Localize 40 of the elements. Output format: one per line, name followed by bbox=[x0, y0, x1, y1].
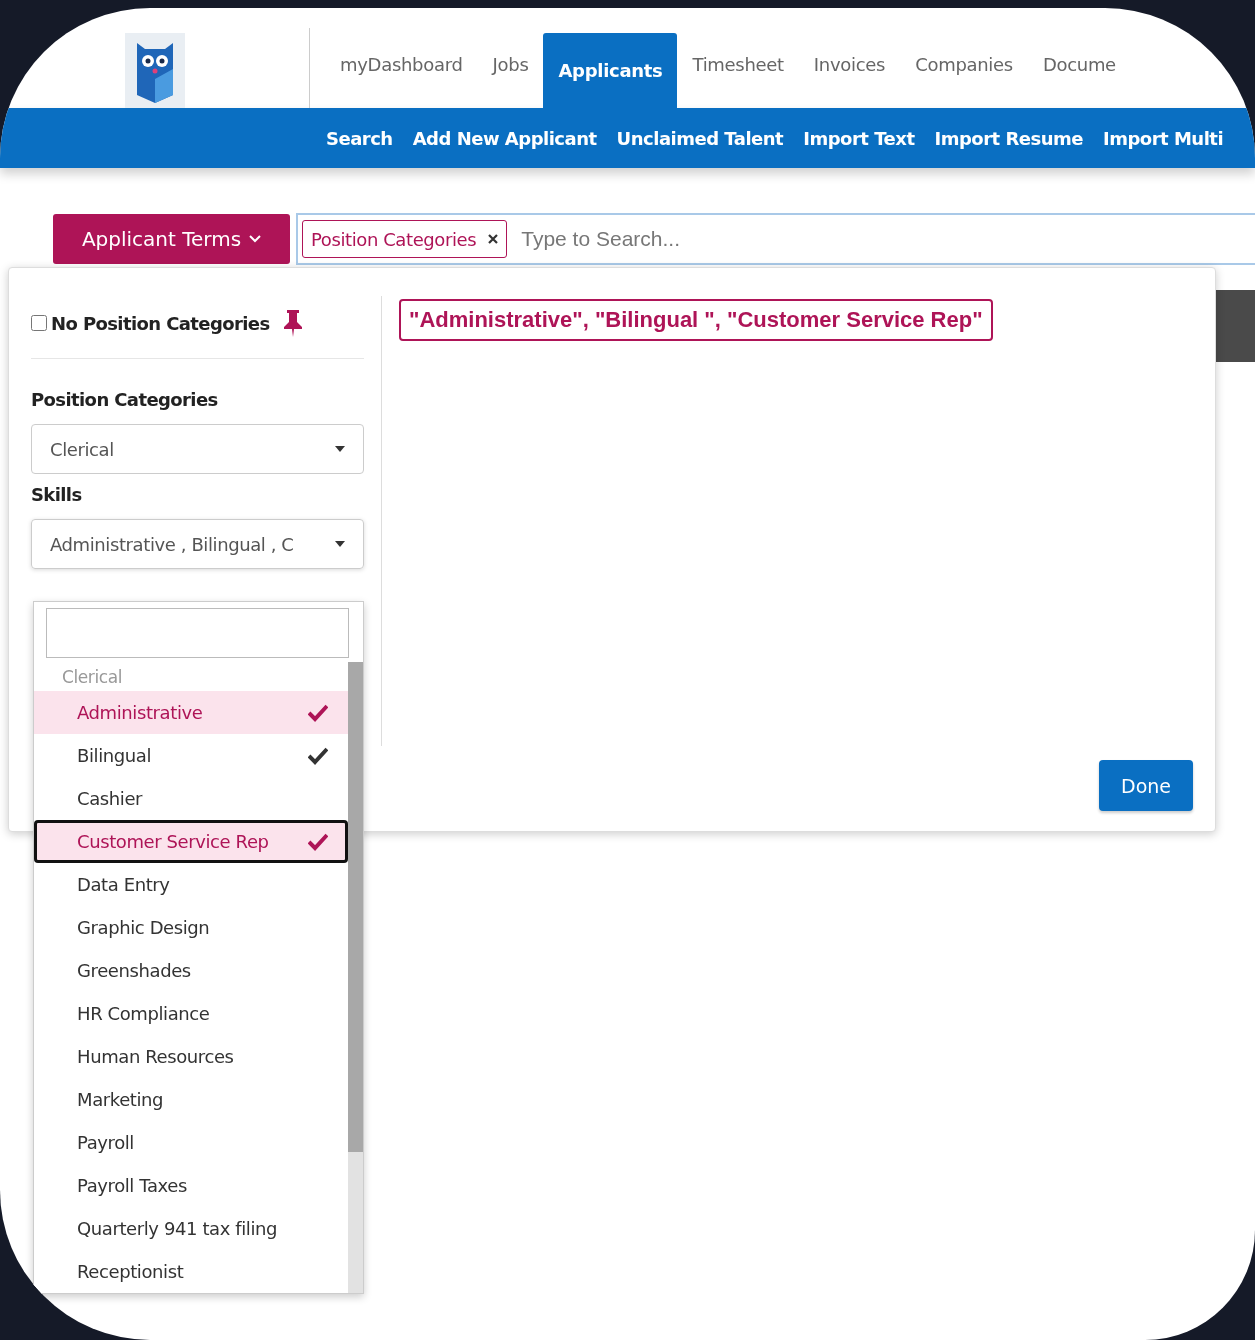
dropdown-search-field[interactable] bbox=[46, 608, 349, 658]
sub-nav-link[interactable]: Search bbox=[326, 127, 393, 149]
field-label: Skills bbox=[31, 484, 82, 505]
filter-tag[interactable]: Position Categories bbox=[302, 220, 508, 258]
owl-logo[interactable] bbox=[125, 33, 185, 108]
selected-values-tag: "Administrative", "Bilingual ", "Customer Service Rep" bbox=[399, 299, 993, 341]
dropdown-option[interactable]: Receptionist bbox=[34, 1250, 348, 1293]
skills-select[interactable]: Administrative , Bilingual , C bbox=[31, 519, 364, 569]
sub-nav-link[interactable]: Import Text bbox=[803, 127, 915, 149]
nav-tab[interactable]: Companies bbox=[900, 48, 1028, 108]
group-label: Clerical bbox=[61, 666, 124, 689]
caret-icon bbox=[335, 446, 345, 452]
nav-tab[interactable]: Jobs bbox=[477, 48, 544, 108]
category-select[interactable]: Clerical bbox=[31, 424, 364, 474]
check-icon bbox=[308, 832, 328, 851]
nav-tab[interactable]: Invoices bbox=[798, 48, 901, 108]
check-icon bbox=[308, 703, 328, 722]
checkbox[interactable] bbox=[31, 315, 47, 331]
sub-nav-link[interactable]: Unclaimed Talent bbox=[616, 127, 784, 149]
applicant-terms-button[interactable]: Applicant Terms bbox=[53, 214, 290, 264]
nav-tab[interactable]: Timesheet bbox=[677, 48, 799, 108]
field-label: Position Categories bbox=[31, 389, 218, 410]
checkbox-label: No Position Categories bbox=[51, 312, 270, 334]
page-bar bbox=[1215, 290, 1255, 362]
check-icon bbox=[308, 746, 328, 765]
scrollbar[interactable] bbox=[348, 662, 363, 1293]
sub-nav-link[interactable]: Import Resume bbox=[934, 127, 1083, 149]
done-button[interactable]: Done bbox=[1099, 760, 1193, 811]
sub-nav-link[interactable]: Add New Applicant bbox=[412, 127, 597, 149]
search-field[interactable]: Position Categories Type to Search... bbox=[296, 213, 1255, 265]
dropdown-option[interactable]: Administrative bbox=[34, 691, 348, 734]
tag-label: Position Categories bbox=[311, 228, 477, 250]
dropdown-option[interactable]: Customer Service Rep bbox=[34, 820, 348, 863]
chevron-down-icon bbox=[249, 235, 262, 243]
nav-tab[interactable]: Docume bbox=[1027, 48, 1131, 108]
nav-tab[interactable]: Applicants bbox=[543, 33, 678, 108]
sub-nav-link[interactable]: Import Multi bbox=[1103, 127, 1224, 149]
nav-tab[interactable]: myDashboard bbox=[325, 48, 478, 108]
caret-icon bbox=[335, 541, 345, 547]
close-icon[interactable] bbox=[488, 234, 499, 244]
